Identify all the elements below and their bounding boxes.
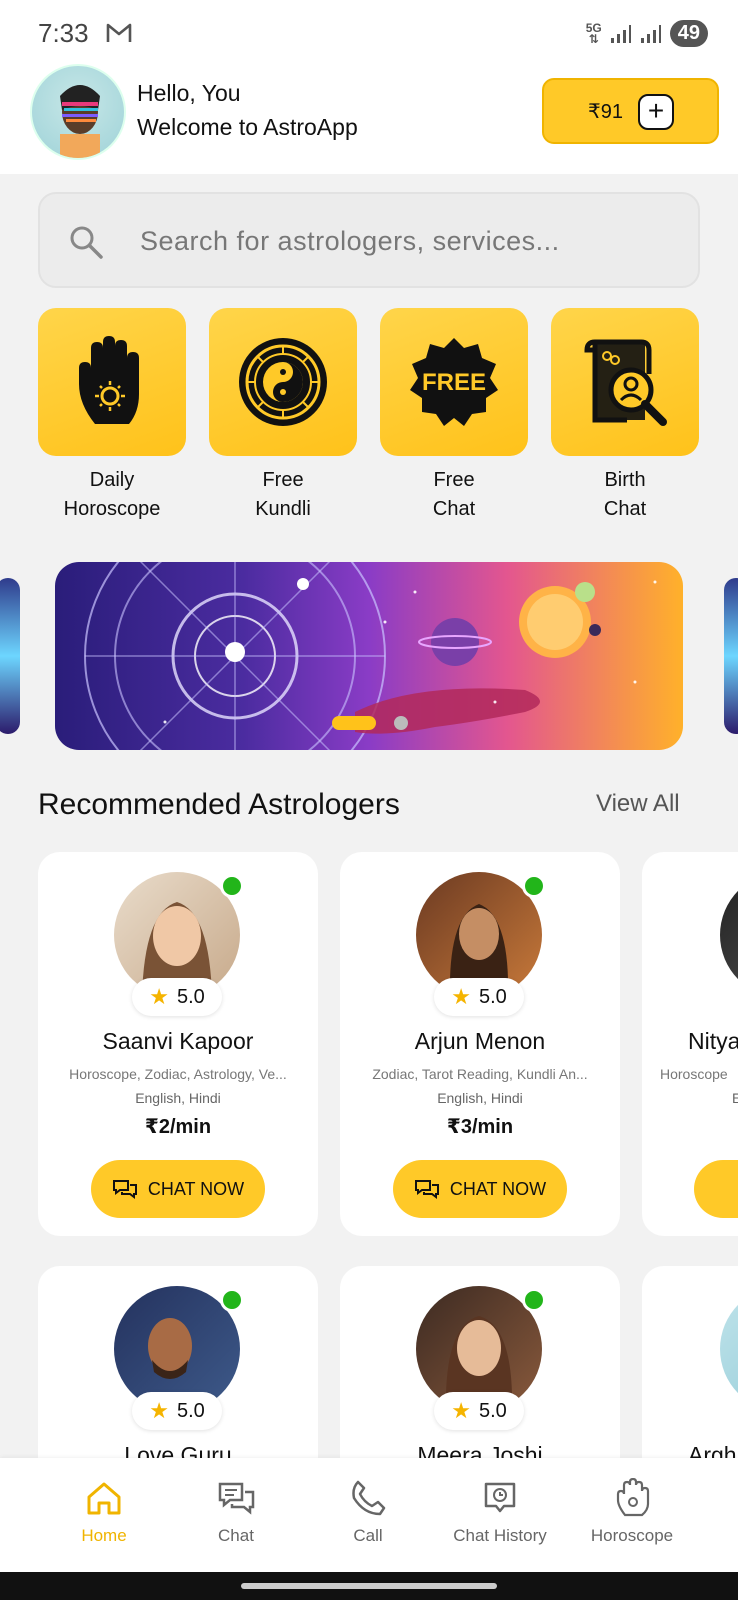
quick-action-birth-chat[interactable]: Birth Chat bbox=[551, 308, 699, 524]
banner-prev-peek[interactable] bbox=[0, 578, 20, 734]
banner-next-peek[interactable] bbox=[724, 578, 738, 734]
astrologer-skills: Zodiac, Tarot Reading, Kundli An... bbox=[372, 1066, 588, 1082]
astrologer-photo bbox=[720, 1286, 738, 1412]
rating-badge: ★ 5.0 bbox=[132, 1392, 222, 1430]
chat-now-button[interactable] bbox=[694, 1160, 738, 1218]
astrologer-photo bbox=[720, 872, 738, 998]
quick-action-tile[interactable] bbox=[38, 308, 186, 456]
scroll-search-icon bbox=[584, 339, 667, 426]
chat-bubbles-icon bbox=[414, 1180, 439, 1199]
app-header: Hello, You Welcome to AstroApp ₹91 + bbox=[0, 62, 738, 174]
astrologer-skills: Horoscope bbox=[660, 1066, 728, 1082]
nav-chat[interactable]: Chat bbox=[171, 1478, 301, 1546]
quick-action-label: Free Chat bbox=[432, 469, 476, 520]
carousel-dot-active[interactable] bbox=[332, 716, 376, 730]
astrologer-skills: Horoscope, Zodiac, Astrology, Ve... bbox=[69, 1066, 287, 1082]
chat-now-button[interactable]: CHAT NOW bbox=[91, 1160, 265, 1218]
chat-history-icon bbox=[484, 1482, 516, 1513]
astrologer-card[interactable]: Nitya Horoscope E bbox=[642, 852, 738, 1236]
battery-indicator: 49 bbox=[669, 20, 708, 47]
user-avatar[interactable] bbox=[30, 64, 126, 160]
view-all-link[interactable]: View All bbox=[596, 790, 680, 818]
section-title: Recommended Astrologers bbox=[38, 788, 400, 821]
astrologer-price: ₹3/min bbox=[446, 1116, 514, 1138]
palm-icon bbox=[79, 336, 139, 424]
gmail-icon bbox=[106, 23, 132, 42]
nav-home[interactable]: Home bbox=[39, 1478, 169, 1546]
nav-horoscope[interactable]: Horoscope bbox=[567, 1478, 697, 1546]
yin-yang-icon bbox=[239, 338, 327, 426]
nav-chat-history[interactable]: Chat History bbox=[435, 1478, 565, 1546]
star-icon: ★ bbox=[149, 984, 169, 1009]
chat-now-button[interactable]: CHAT NOW bbox=[393, 1160, 567, 1218]
quick-action-tile[interactable] bbox=[209, 308, 357, 456]
quick-action-label: Birth Chat bbox=[603, 469, 647, 520]
astrologer-card[interactable]: ★ 5.0 Saanvi Kapoor Horoscope, Zodiac, As… bbox=[38, 852, 318, 1236]
search-icon bbox=[70, 226, 103, 259]
bottom-nav: Home Chat Call Chat History Horoscope bbox=[0, 1458, 738, 1572]
rating-badge: ★ 5.0 bbox=[132, 978, 222, 1016]
system-nav-bar bbox=[0, 1572, 738, 1600]
astrologer-card[interactable]: ★ 5.0 Arjun Menon Zodiac, Tarot Reading, … bbox=[340, 852, 620, 1236]
chat-bubbles-icon bbox=[112, 1180, 137, 1199]
home-icon bbox=[87, 1482, 121, 1515]
chat-icon bbox=[218, 1482, 255, 1515]
online-indicator bbox=[220, 1288, 244, 1312]
welcome-text: Welcome to AstroApp bbox=[137, 114, 358, 140]
quick-action-free-chat[interactable]: FREE Free Chat bbox=[380, 308, 528, 524]
star-icon: ★ bbox=[149, 1398, 169, 1423]
carousel-dot[interactable] bbox=[394, 716, 408, 730]
quick-action-label: Daily Horoscope bbox=[63, 469, 161, 520]
svg-text:FREE: FREE bbox=[422, 369, 486, 396]
network-type: 5G ⇅ bbox=[585, 20, 602, 46]
astrologer-name: Nitya bbox=[688, 1028, 738, 1054]
phone-icon bbox=[352, 1480, 386, 1516]
status-time: 7:33 bbox=[38, 18, 89, 48]
astrologer-languages: E bbox=[732, 1090, 738, 1106]
search-bar[interactable]: Search for astrologers, services... bbox=[38, 192, 700, 288]
star-icon: ★ bbox=[451, 1398, 471, 1423]
quick-action-free-kundli[interactable]: Free Kundli bbox=[209, 308, 357, 524]
avatar-image bbox=[60, 85, 100, 158]
quick-action-label: Free Kundli bbox=[255, 469, 311, 520]
search-input[interactable]: Search for astrologers, services... bbox=[140, 226, 560, 257]
astrologer-languages: English, Hindi bbox=[135, 1090, 221, 1106]
free-badge-icon: FREE bbox=[410, 338, 498, 426]
add-money-icon[interactable]: + bbox=[638, 94, 674, 130]
greeting-text: Hello, You bbox=[137, 80, 241, 106]
quick-action-tile[interactable]: FREE bbox=[380, 308, 528, 456]
status-bar: 7:33 5G ⇅ 49 bbox=[0, 0, 738, 62]
signal-icon bbox=[610, 24, 631, 43]
rating-badge: ★ 5.0 bbox=[434, 978, 524, 1016]
online-indicator bbox=[220, 874, 244, 898]
nav-call[interactable]: Call bbox=[303, 1478, 433, 1546]
rating-badge: ★ 5.0 bbox=[434, 1392, 524, 1430]
signal-icon-2 bbox=[640, 24, 661, 43]
quick-action-tile[interactable] bbox=[551, 308, 699, 456]
online-indicator bbox=[522, 874, 546, 898]
astrologer-price: ₹2/min bbox=[144, 1116, 212, 1138]
gesture-handle[interactable] bbox=[241, 1583, 497, 1589]
astrologer-languages: English, Hindi bbox=[437, 1090, 523, 1106]
horoscope-palm-icon bbox=[616, 1478, 650, 1517]
status-indicators: 5G ⇅ 49 bbox=[586, 20, 708, 47]
quick-action-daily-horoscope[interactable]: Daily Horoscope bbox=[38, 308, 186, 524]
astrologer-name: Arjun Menon bbox=[414, 1028, 546, 1054]
online-indicator bbox=[522, 1288, 546, 1312]
wallet-button[interactable]: ₹91 + bbox=[542, 78, 719, 144]
star-icon: ★ bbox=[451, 984, 471, 1009]
wallet-balance: ₹91 bbox=[588, 101, 623, 123]
astrologer-name: Saanvi Kapoor bbox=[102, 1028, 254, 1054]
app-screen: 7:33 5G ⇅ 49 Hello, You Welcome to Astro… bbox=[0, 0, 738, 1600]
